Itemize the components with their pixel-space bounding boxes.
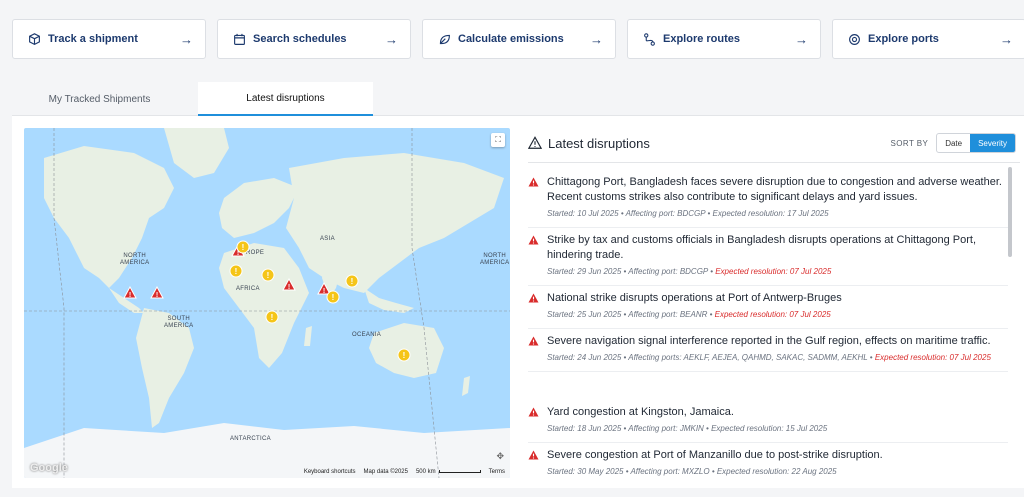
arrow-right-icon: →: [795, 31, 808, 47]
map-data-text: Map data ©2025: [363, 469, 408, 475]
disruption-title: Chittagong Port, Bangladesh faces severe…: [547, 176, 1002, 203]
map-label-africa: AFRICA: [236, 286, 260, 292]
svg-text:!: !: [267, 271, 270, 280]
severe-alert-icon: [528, 336, 539, 346]
disruption-meta: Started: 10 Jul 2025 • Affecting port: B…: [547, 209, 829, 218]
arrow-right-icon: →: [385, 31, 398, 47]
svg-text:!: !: [351, 277, 354, 286]
map-label-oceania: OCEANIA: [352, 332, 382, 338]
svg-text:!: !: [129, 292, 131, 299]
tab-bar: My Tracked Shipments Latest disruptions: [12, 82, 1024, 116]
svg-text:!: !: [242, 243, 245, 252]
disruptions-panel: NORTH AMERICA SOUTH AMERICA ROPE ASIA AFRI…: [12, 116, 1024, 488]
disruptions-header: Latest disruptions SORT BY Date Severity: [528, 128, 1016, 158]
explore-ports-button[interactable]: Explore ports →: [832, 19, 1024, 59]
tab-latest-disruptions[interactable]: Latest disruptions: [198, 82, 373, 116]
map-label-south-america: SOUTH AMERICA: [164, 316, 194, 329]
severe-alert-icon: [528, 450, 539, 460]
disruption-title: National strike disrupts operations at P…: [547, 292, 842, 304]
leaf-icon: [437, 32, 451, 46]
sort-severity-button[interactable]: Severity: [970, 134, 1015, 152]
disruption-item[interactable]: Chittagong Port, Bangladesh faces severe…: [528, 175, 1008, 228]
disruption-title: Severe congestion at Port of Manzanillo …: [547, 449, 883, 461]
port-icon: [847, 32, 861, 46]
warning-disruption-marker[interactable]: !: [397, 348, 411, 362]
disruption-meta: Started: 30 May 2025 • Affecting port: M…: [547, 467, 837, 476]
disruptions-title: Latest disruptions: [548, 135, 650, 151]
calculate-emissions-label: Calculate emissions: [458, 33, 564, 45]
svg-text:!: !: [332, 293, 335, 302]
map-label-north-america: NORTH AMERICA: [120, 253, 150, 266]
disruption-item[interactable]: National strike disrupts operations at P…: [528, 291, 1008, 329]
svg-text:!: !: [288, 284, 290, 291]
track-shipment-button[interactable]: Track a shipment →: [12, 19, 206, 59]
svg-text:!: !: [403, 351, 406, 360]
map-label-asia: ASIA: [320, 236, 335, 242]
google-logo: Google: [30, 462, 68, 474]
disruption-meta: Started: 29 Jun 2025 • Affecting port: B…: [547, 267, 832, 276]
disruption-title: Yard congestion at Kingston, Jamaica.: [547, 406, 734, 418]
disruption-title: Severe navigation signal interference re…: [547, 335, 991, 347]
severe-alert-icon: [528, 235, 539, 245]
arrow-right-icon: →: [590, 31, 603, 47]
calculate-emissions-button[interactable]: Calculate emissions →: [422, 19, 616, 59]
severe-alert-icon: [528, 293, 539, 303]
fullscreen-icon[interactable]: ⛶: [491, 133, 505, 147]
sort-date-button[interactable]: Date: [937, 134, 970, 152]
list-scrollbar[interactable]: [1008, 167, 1012, 257]
disruptions-list: Chittagong Port, Bangladesh faces severe…: [528, 162, 1020, 488]
disruption-item[interactable]: Strike by tax and customs officials in B…: [528, 233, 1008, 286]
svg-text:!: !: [235, 267, 238, 276]
warning-disruption-marker[interactable]: !: [265, 310, 279, 324]
package-icon: [27, 32, 41, 46]
map-footer: Keyboard shortcuts Map data ©2025 500 km…: [304, 469, 505, 475]
disruption-meta: Started: 25 Jun 2025 • Affecting port: B…: [547, 310, 831, 319]
map-label-north-america-right: NORTH AMERICA: [480, 253, 510, 266]
terms-link[interactable]: Terms: [489, 469, 505, 475]
disruption-title: Strike by tax and customs officials in B…: [547, 234, 977, 261]
disruption-item[interactable]: Severe congestion at Port of Manzanillo …: [528, 448, 1008, 477]
arrow-right-icon: →: [1000, 31, 1013, 47]
disruption-meta: Started: 18 Jun 2025 • Affecting port: J…: [547, 424, 828, 433]
explore-routes-label: Explore routes: [663, 33, 741, 45]
svg-text:!: !: [271, 313, 274, 322]
warning-disruption-marker[interactable]: !: [326, 290, 340, 304]
svg-text:!: !: [156, 292, 158, 299]
severe-alert-icon: [528, 407, 539, 417]
warning-disruption-marker[interactable]: !: [229, 264, 243, 278]
disruption-item[interactable]: Severe navigation signal interference re…: [528, 334, 1008, 372]
route-icon: [642, 32, 656, 46]
severe-alert-icon: [528, 177, 539, 187]
arrow-right-icon: →: [180, 31, 193, 47]
warning-triangle-icon: [528, 136, 542, 149]
calendar-icon: [232, 32, 246, 46]
sort-by-label: SORT BY: [890, 138, 929, 148]
search-schedules-label: Search schedules: [253, 33, 347, 45]
warning-disruption-marker[interactable]: !: [345, 274, 359, 288]
disruption-item[interactable]: Yard congestion at Kingston, Jamaica. St…: [528, 405, 1008, 443]
world-map: [24, 128, 510, 478]
warning-disruption-marker[interactable]: !: [236, 240, 250, 254]
scale-bar[interactable]: 500 km: [416, 469, 481, 475]
track-shipment-label: Track a shipment: [48, 33, 138, 45]
disruptions-map[interactable]: NORTH AMERICA SOUTH AMERICA ROPE ASIA AFRI…: [24, 128, 510, 478]
explore-routes-button[interactable]: Explore routes →: [627, 19, 821, 59]
tab-my-tracked-shipments[interactable]: My Tracked Shipments: [12, 82, 187, 116]
disruption-meta: Started: 24 Jun 2025 • Affecting ports: …: [547, 353, 991, 362]
severe-disruption-marker[interactable]: !: [123, 286, 137, 299]
compass-icon[interactable]: ✥: [496, 451, 504, 462]
svg-text:!: !: [323, 288, 325, 295]
search-schedules-button[interactable]: Search schedules →: [217, 19, 411, 59]
keyboard-shortcuts-link[interactable]: Keyboard shortcuts: [304, 469, 356, 475]
warning-disruption-marker[interactable]: !: [261, 268, 275, 282]
quick-actions: Track a shipment → Search schedules → Ca…: [12, 19, 1024, 59]
sort-toggle: Date Severity: [936, 133, 1016, 153]
map-label-antarctica: ANTARCTICA: [230, 436, 271, 442]
explore-ports-label: Explore ports: [868, 33, 939, 45]
severe-disruption-marker[interactable]: !: [150, 286, 164, 299]
severe-disruption-marker[interactable]: !: [282, 278, 296, 291]
